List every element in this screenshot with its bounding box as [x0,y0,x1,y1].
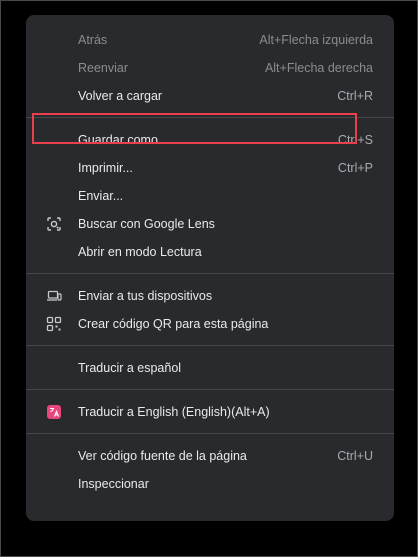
menu-item-send-to-devices[interactable]: Enviar a tus dispositivos [26,282,394,310]
menu-item-label: Traducir a español [78,361,182,375]
context-menu: Atrás Alt+Flecha izquierda Reenviar Alt+… [26,15,394,521]
qr-code-icon [46,316,62,332]
menu-item-shortcut: Alt+Flecha derecha [264,61,373,75]
screenshot-frame: Atrás Alt+Flecha izquierda Reenviar Alt+… [0,0,418,557]
menu-item-view-source[interactable]: Ver código fuente de la página Ctrl+U [26,442,394,470]
menu-item-shortcut: Alt+Flecha izquierda [259,33,373,47]
menu-item-label: Buscar con Google Lens [78,217,215,231]
menu-item-print[interactable]: Imprimir... Ctrl+P [26,154,394,182]
menu-separator [26,345,394,346]
menu-item-label: Crear código QR para esta página [78,317,269,331]
menu-item-back[interactable]: Atrás Alt+Flecha izquierda [26,26,394,54]
menu-item-qr-code[interactable]: Crear código QR para esta página [26,310,394,338]
menu-item-label: Atrás [78,33,108,47]
menu-item-label: Ver código fuente de la página [78,449,247,463]
menu-item-label: Guardar como... [78,133,169,147]
menu-item-label: Traducir a English (English)(Alt+A) [78,405,270,419]
menu-item-google-lens[interactable]: Buscar con Google Lens [26,210,394,238]
menu-item-label: Imprimir... [78,161,133,175]
menu-item-save-as[interactable]: Guardar como... Ctrl+S [26,126,394,154]
menu-item-translate-spanish[interactable]: Traducir a español [26,354,394,382]
translate-app-icon [46,404,62,420]
menu-item-cast[interactable]: Enviar... [26,182,394,210]
menu-item-reading-mode[interactable]: Abrir en modo Lectura [26,238,394,266]
menu-item-label: Inspeccionar [78,477,149,491]
menu-separator [26,389,394,390]
menu-item-label: Volver a cargar [78,89,163,103]
menu-item-label: Enviar a tus dispositivos [78,289,213,303]
menu-separator [26,273,394,274]
menu-item-inspect[interactable]: Inspeccionar [26,470,394,498]
menu-item-reload[interactable]: Volver a cargar Ctrl+R [26,82,394,110]
menu-separator [26,433,394,434]
menu-item-shortcut: Ctrl+U [337,449,373,463]
devices-icon [46,288,62,304]
menu-item-shortcut: Ctrl+P [337,161,373,175]
menu-item-label: Enviar... [78,189,124,203]
menu-item-label: Abrir en modo Lectura [78,245,202,259]
menu-item-shortcut: Ctrl+S [337,133,373,147]
menu-item-label: Reenviar [78,61,129,75]
menu-separator [26,117,394,118]
menu-item-shortcut: Ctrl+R [337,89,373,103]
google-lens-icon [46,216,62,232]
menu-item-forward[interactable]: Reenviar Alt+Flecha derecha [26,54,394,82]
menu-item-translate-english[interactable]: Traducir a English (English)(Alt+A) [26,398,394,426]
